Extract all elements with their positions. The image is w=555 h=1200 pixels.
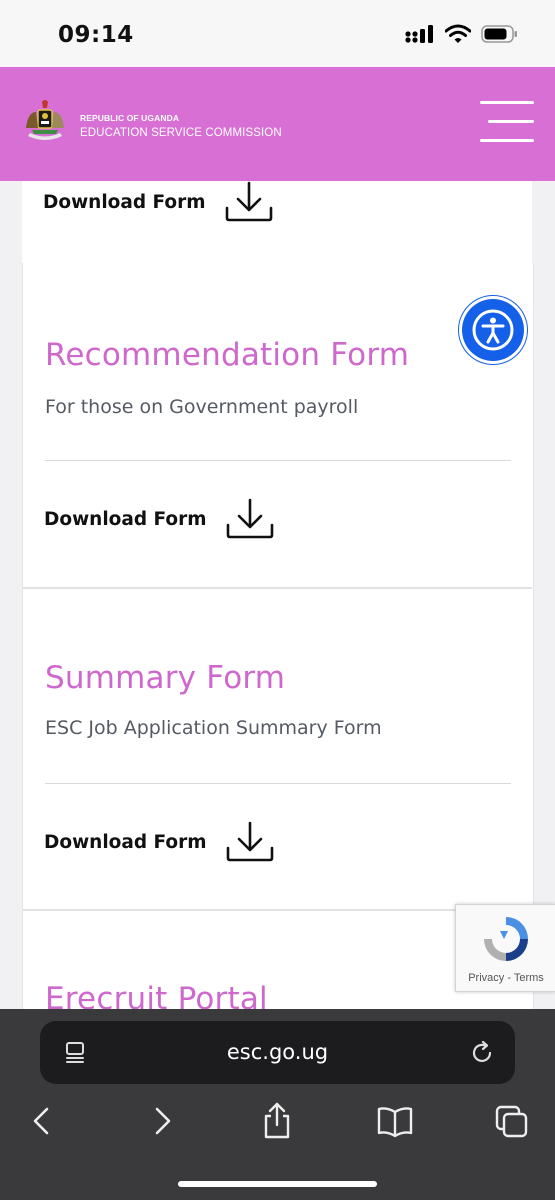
address-bar[interactable]: esc.go.ug	[40, 1021, 515, 1084]
form-description: ESC Job Application Summary Form	[45, 717, 382, 739]
wifi-icon	[445, 24, 471, 43]
reload-icon[interactable]	[470, 1040, 496, 1066]
download-form-link[interactable]: Download Form	[44, 498, 275, 540]
status-icons	[405, 24, 519, 44]
back-icon[interactable]	[27, 1104, 57, 1138]
bookmarks-icon[interactable]	[376, 1105, 414, 1139]
header-country: REPUBLIC OF UGANDA	[80, 113, 180, 123]
accessibility-button[interactable]	[462, 299, 524, 361]
divider	[45, 460, 511, 461]
download-form-link[interactable]: Download Form	[44, 821, 275, 863]
status-time: 09:14	[58, 22, 134, 48]
form-card: Download Form	[22, 181, 532, 263]
download-form-label: Download Form	[44, 831, 207, 853]
accessibility-icon	[472, 309, 514, 351]
download-icon	[226, 498, 273, 539]
site-header	[0, 67, 555, 181]
download-icon	[225, 181, 272, 222]
form-title: Recommendation Form	[45, 337, 410, 373]
forward-icon[interactable]	[147, 1104, 177, 1138]
divider	[45, 783, 511, 784]
battery-icon	[481, 25, 517, 43]
tabs-icon[interactable]	[494, 1104, 530, 1140]
header-organization: EDUCATION SERVICE COMMISSION	[80, 127, 282, 139]
download-icon	[226, 821, 273, 862]
cellular-signal-icon	[405, 25, 433, 43]
home-indicator[interactable]	[178, 1181, 377, 1187]
form-card: Summary Form ESC Job Application Summary…	[22, 589, 534, 909]
recaptcha-terms-link[interactable]: Terms	[514, 972, 544, 984]
recaptcha-separator: -	[507, 972, 511, 984]
share-icon[interactable]	[260, 1101, 294, 1141]
recaptcha-logo-icon	[484, 917, 528, 961]
download-form-label: Download Form	[43, 191, 206, 213]
recaptcha-links: Privacy - Terms	[456, 972, 555, 984]
form-title: Summary Form	[45, 660, 286, 696]
form-title: Erecruit Portal	[45, 981, 268, 1009]
form-description: For those on Government payroll	[45, 396, 359, 418]
download-form-label: Download Form	[44, 508, 207, 530]
recaptcha-badge[interactable]: Privacy - Terms	[455, 904, 555, 992]
url-text: esc.go.ug	[226, 1040, 329, 1064]
form-card: Recommendation Form For those on Governm…	[22, 263, 534, 587]
download-form-link[interactable]: Download Form	[43, 181, 274, 223]
uganda-coat-of-arms-logo[interactable]	[22, 98, 68, 148]
browser-toolbar: esc.go.ug	[0, 1009, 555, 1200]
hamburger-menu-button[interactable]	[480, 101, 534, 143]
status-bar: 09:14	[0, 0, 555, 67]
recaptcha-privacy-link[interactable]: Privacy	[468, 972, 504, 984]
